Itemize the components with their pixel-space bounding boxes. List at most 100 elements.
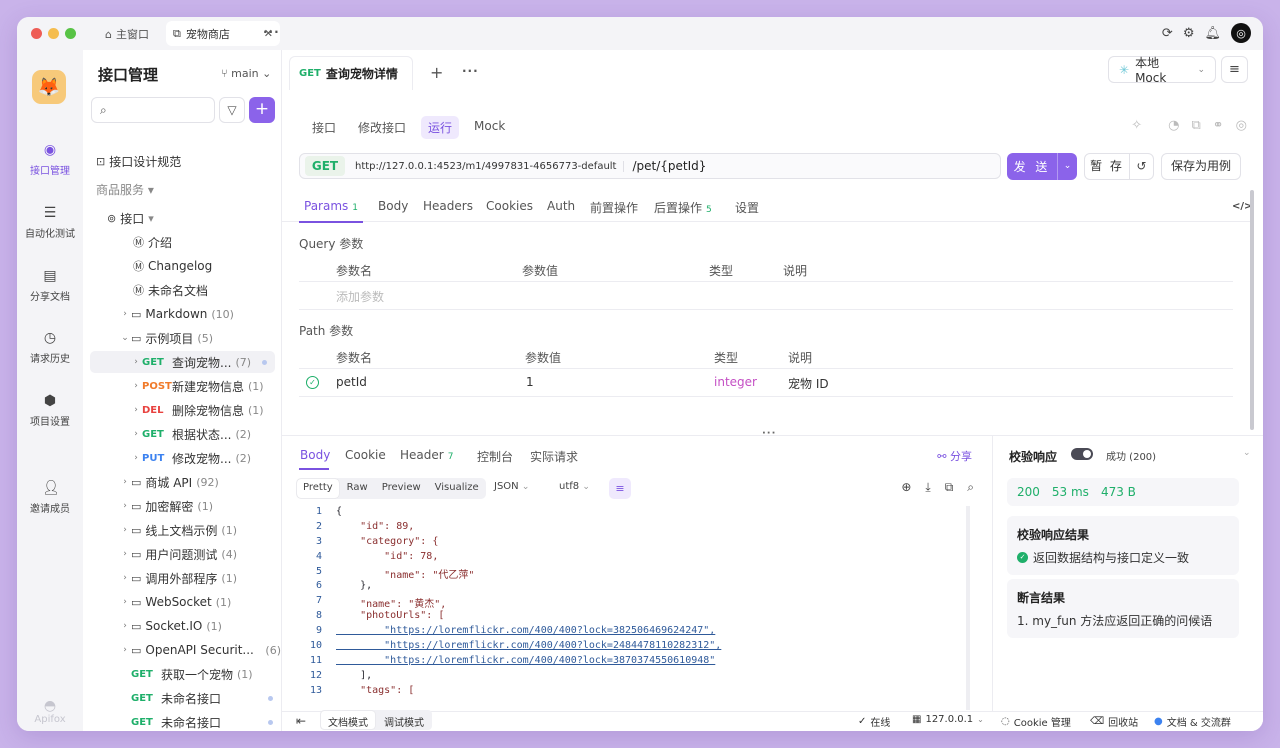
query-params-add-row[interactable]: 添加参数 xyxy=(299,282,1233,310)
magic-wand-icon[interactable]: ✧ xyxy=(1131,118,1142,133)
resp-tab-actual-request[interactable]: 实际请求 xyxy=(530,448,578,465)
tree-folder-crypto[interactable]: › ▭ 加密解密 (1) xyxy=(119,495,304,517)
format-preview[interactable]: Preview xyxy=(376,479,427,498)
reset-button[interactable]: ↺ xyxy=(1129,153,1154,180)
add-button[interactable]: + xyxy=(249,97,275,123)
tree-api-get-pet[interactable]: › GET 查询宠物... (7) xyxy=(90,351,275,373)
tree-folder-websocket[interactable]: › ▭ WebSocket (1) xyxy=(119,591,304,613)
send-button[interactable]: 发 送 ⌄ xyxy=(1007,153,1077,180)
tree-folder-online-docs[interactable]: › ▭ 线上文档示例 (1) xyxy=(119,519,304,541)
nav-share-docs[interactable]: ▤ 分享文档 xyxy=(17,268,83,303)
tab-mock[interactable]: Mock xyxy=(467,116,512,139)
resp-tab-console[interactable]: 控制台 xyxy=(477,448,513,465)
upload-icon[interactable]: ⊕ xyxy=(901,480,911,495)
tab-settings[interactable]: 设置 xyxy=(735,199,759,216)
save-as-case-button[interactable]: 保存为用例 xyxy=(1161,153,1241,180)
tree-api-unnamed-2[interactable]: GET 未命名接口 xyxy=(131,711,277,731)
save-draft-button[interactable]: 暂 存 xyxy=(1084,153,1130,180)
path-input[interactable]: /pet/{petId} xyxy=(632,159,706,173)
chevron-down-icon[interactable]: ⌄ xyxy=(1243,448,1251,458)
bell-icon[interactable]: 🔔︎ xyxy=(1204,26,1221,41)
tab-edit-api[interactable]: 修改接口 xyxy=(351,116,413,139)
validation-toggle[interactable] xyxy=(1071,448,1093,460)
chevron-down-icon[interactable]: ⌄ xyxy=(1057,153,1077,180)
tree-item-design-spec[interactable]: ⊡ 接口设计规范 xyxy=(96,150,281,172)
tab-params[interactable]: Params 1 xyxy=(304,199,358,213)
nav-automation-test[interactable]: ☰ 自动化测试 xyxy=(17,205,83,240)
nav-request-history[interactable]: ◷ 请求历史 xyxy=(17,330,83,365)
palette-icon[interactable]: ◔ xyxy=(1168,118,1179,133)
resp-tab-cookie[interactable]: Cookie xyxy=(345,448,386,462)
resp-tab-header[interactable]: Header 7 xyxy=(400,448,453,462)
add-tab-icon[interactable]: + xyxy=(430,63,443,82)
share-link[interactable]: ⚯ 分享 xyxy=(937,448,972,464)
tab-main-window[interactable]: ⌂ 主窗口 xyxy=(99,22,155,46)
validation-status-select[interactable]: 成功 (200) xyxy=(1106,448,1156,463)
tree-folder-user-issues[interactable]: › ▭ 用户问题测试 (4) xyxy=(119,543,304,565)
search-input[interactable]: ⌕ xyxy=(91,97,215,123)
tab-post-processors[interactable]: 后置操作 5 xyxy=(654,199,712,216)
tab-run[interactable]: 运行 xyxy=(421,116,460,139)
menu-icon[interactable]: ≡ xyxy=(1221,56,1248,83)
nav-project-settings[interactable]: ⬢ 项目设置 xyxy=(17,393,83,428)
tree-folder-api[interactable]: ⊚ 接口 ▾ xyxy=(107,207,292,229)
branch-selector[interactable]: ⑂ main ⌄ xyxy=(221,67,271,80)
minimize-window-button[interactable] xyxy=(48,28,59,39)
docs-community[interactable]: ● 文档 & 交流群 xyxy=(1154,714,1231,729)
copy-icon[interactable]: ⧉ xyxy=(1191,118,1200,133)
project-logo[interactable]: 🦊 xyxy=(32,70,66,104)
filter-button[interactable]: ▽ xyxy=(219,97,245,123)
checkbox-enabled[interactable]: ✓ xyxy=(306,376,319,389)
mode-docs[interactable]: 文档模式 xyxy=(321,711,375,729)
url-bar[interactable]: GET http://127.0.0.1:4523/m1/4997831-465… xyxy=(299,153,1001,179)
tree-folder-openapi-security[interactable]: › ▭ OpenAPI Securit... (6) xyxy=(119,639,281,661)
resp-tab-body[interactable]: Body xyxy=(300,448,330,462)
tab-auth[interactable]: Auth xyxy=(547,199,575,213)
refresh-icon[interactable]: ⟳ xyxy=(1162,26,1173,41)
tree-folder-example[interactable]: ⌄ ▭ 示例项目 (5) xyxy=(119,327,304,349)
format-visualize[interactable]: Visualize xyxy=(429,479,485,498)
response-body-code[interactable]: 1{ 2 "id": 89, 3 "category": { 4 "id": 7… xyxy=(296,506,980,710)
mode-debug[interactable]: 调试模式 xyxy=(377,711,431,729)
download-icon[interactable]: ⤓ xyxy=(925,480,930,495)
gear-icon[interactable]: ⚙ xyxy=(1183,26,1195,41)
path-param-row[interactable]: ✓ petId 1 integer 宠物 ID xyxy=(299,369,1233,397)
more-icon[interactable]: ··· xyxy=(462,64,479,78)
tree-folder-markdown[interactable]: › ▭ Markdown (10) xyxy=(119,303,304,325)
encoding-select[interactable]: utf8 ⌄ xyxy=(559,481,590,492)
tab-pre-processors[interactable]: 前置操作 xyxy=(590,199,638,216)
tree-api-unnamed-1[interactable]: GET 未命名接口 xyxy=(131,687,277,709)
tree-folder-mall-api[interactable]: › ▭ 商城 API (92) xyxy=(119,471,304,493)
tab-api[interactable]: 接口 xyxy=(305,116,343,139)
format-raw[interactable]: Raw xyxy=(341,479,374,498)
maximize-window-button[interactable] xyxy=(65,28,76,39)
tab-cookies[interactable]: Cookies xyxy=(486,199,533,213)
collapse-sidebar-icon[interactable]: ⇤ xyxy=(296,714,306,728)
environment-select[interactable]: ✳ 本地 Mock ⌄ xyxy=(1108,56,1216,85)
nav-invite-members[interactable]: 👤︎ 邀请成员 xyxy=(17,480,83,515)
tab-body[interactable]: Body xyxy=(378,199,408,213)
method-select[interactable]: GET xyxy=(305,156,345,176)
cookie-manager[interactable]: ◌ Cookie 管理 xyxy=(1001,714,1071,729)
recycle-bin[interactable]: ⌫ 回收站 xyxy=(1090,714,1138,729)
search-icon[interactable]: ⌕ xyxy=(967,480,974,495)
nav-api-management[interactable]: ◉ 接口管理 xyxy=(17,142,83,177)
target-icon[interactable]: ◎ xyxy=(1236,118,1247,133)
format-pretty[interactable]: Pretty xyxy=(297,479,339,498)
content-type-select[interactable]: JSON ⌄ xyxy=(494,481,529,492)
code-scrollbar[interactable] xyxy=(966,506,970,710)
tree-folder-external-program[interactable]: › ▭ 调用外部程序 (1) xyxy=(119,567,304,589)
tree-group-goods-service[interactable]: 商品服务 ▾ xyxy=(96,178,281,200)
share-nodes-icon[interactable]: ⚭ xyxy=(1213,118,1224,133)
tab-headers[interactable]: Headers xyxy=(423,199,473,213)
online-status[interactable]: ✓ 在线 xyxy=(858,714,890,729)
more-tabs-icon[interactable]: ··· xyxy=(263,25,280,39)
wrap-lines-button[interactable]: ≡ xyxy=(609,478,631,499)
tree-folder-socketio[interactable]: › ▭ Socket.IO (1) xyxy=(119,615,304,637)
host-select[interactable]: ▦ 127.0.0.1 ⌄ xyxy=(912,714,984,725)
user-avatar[interactable]: ◎ xyxy=(1231,23,1251,43)
copy-icon[interactable]: ⧉ xyxy=(945,480,954,495)
close-window-button[interactable] xyxy=(31,28,42,39)
scrollbar[interactable] xyxy=(1250,190,1254,430)
request-tab[interactable]: GET 查询宠物详情 xyxy=(289,56,413,90)
